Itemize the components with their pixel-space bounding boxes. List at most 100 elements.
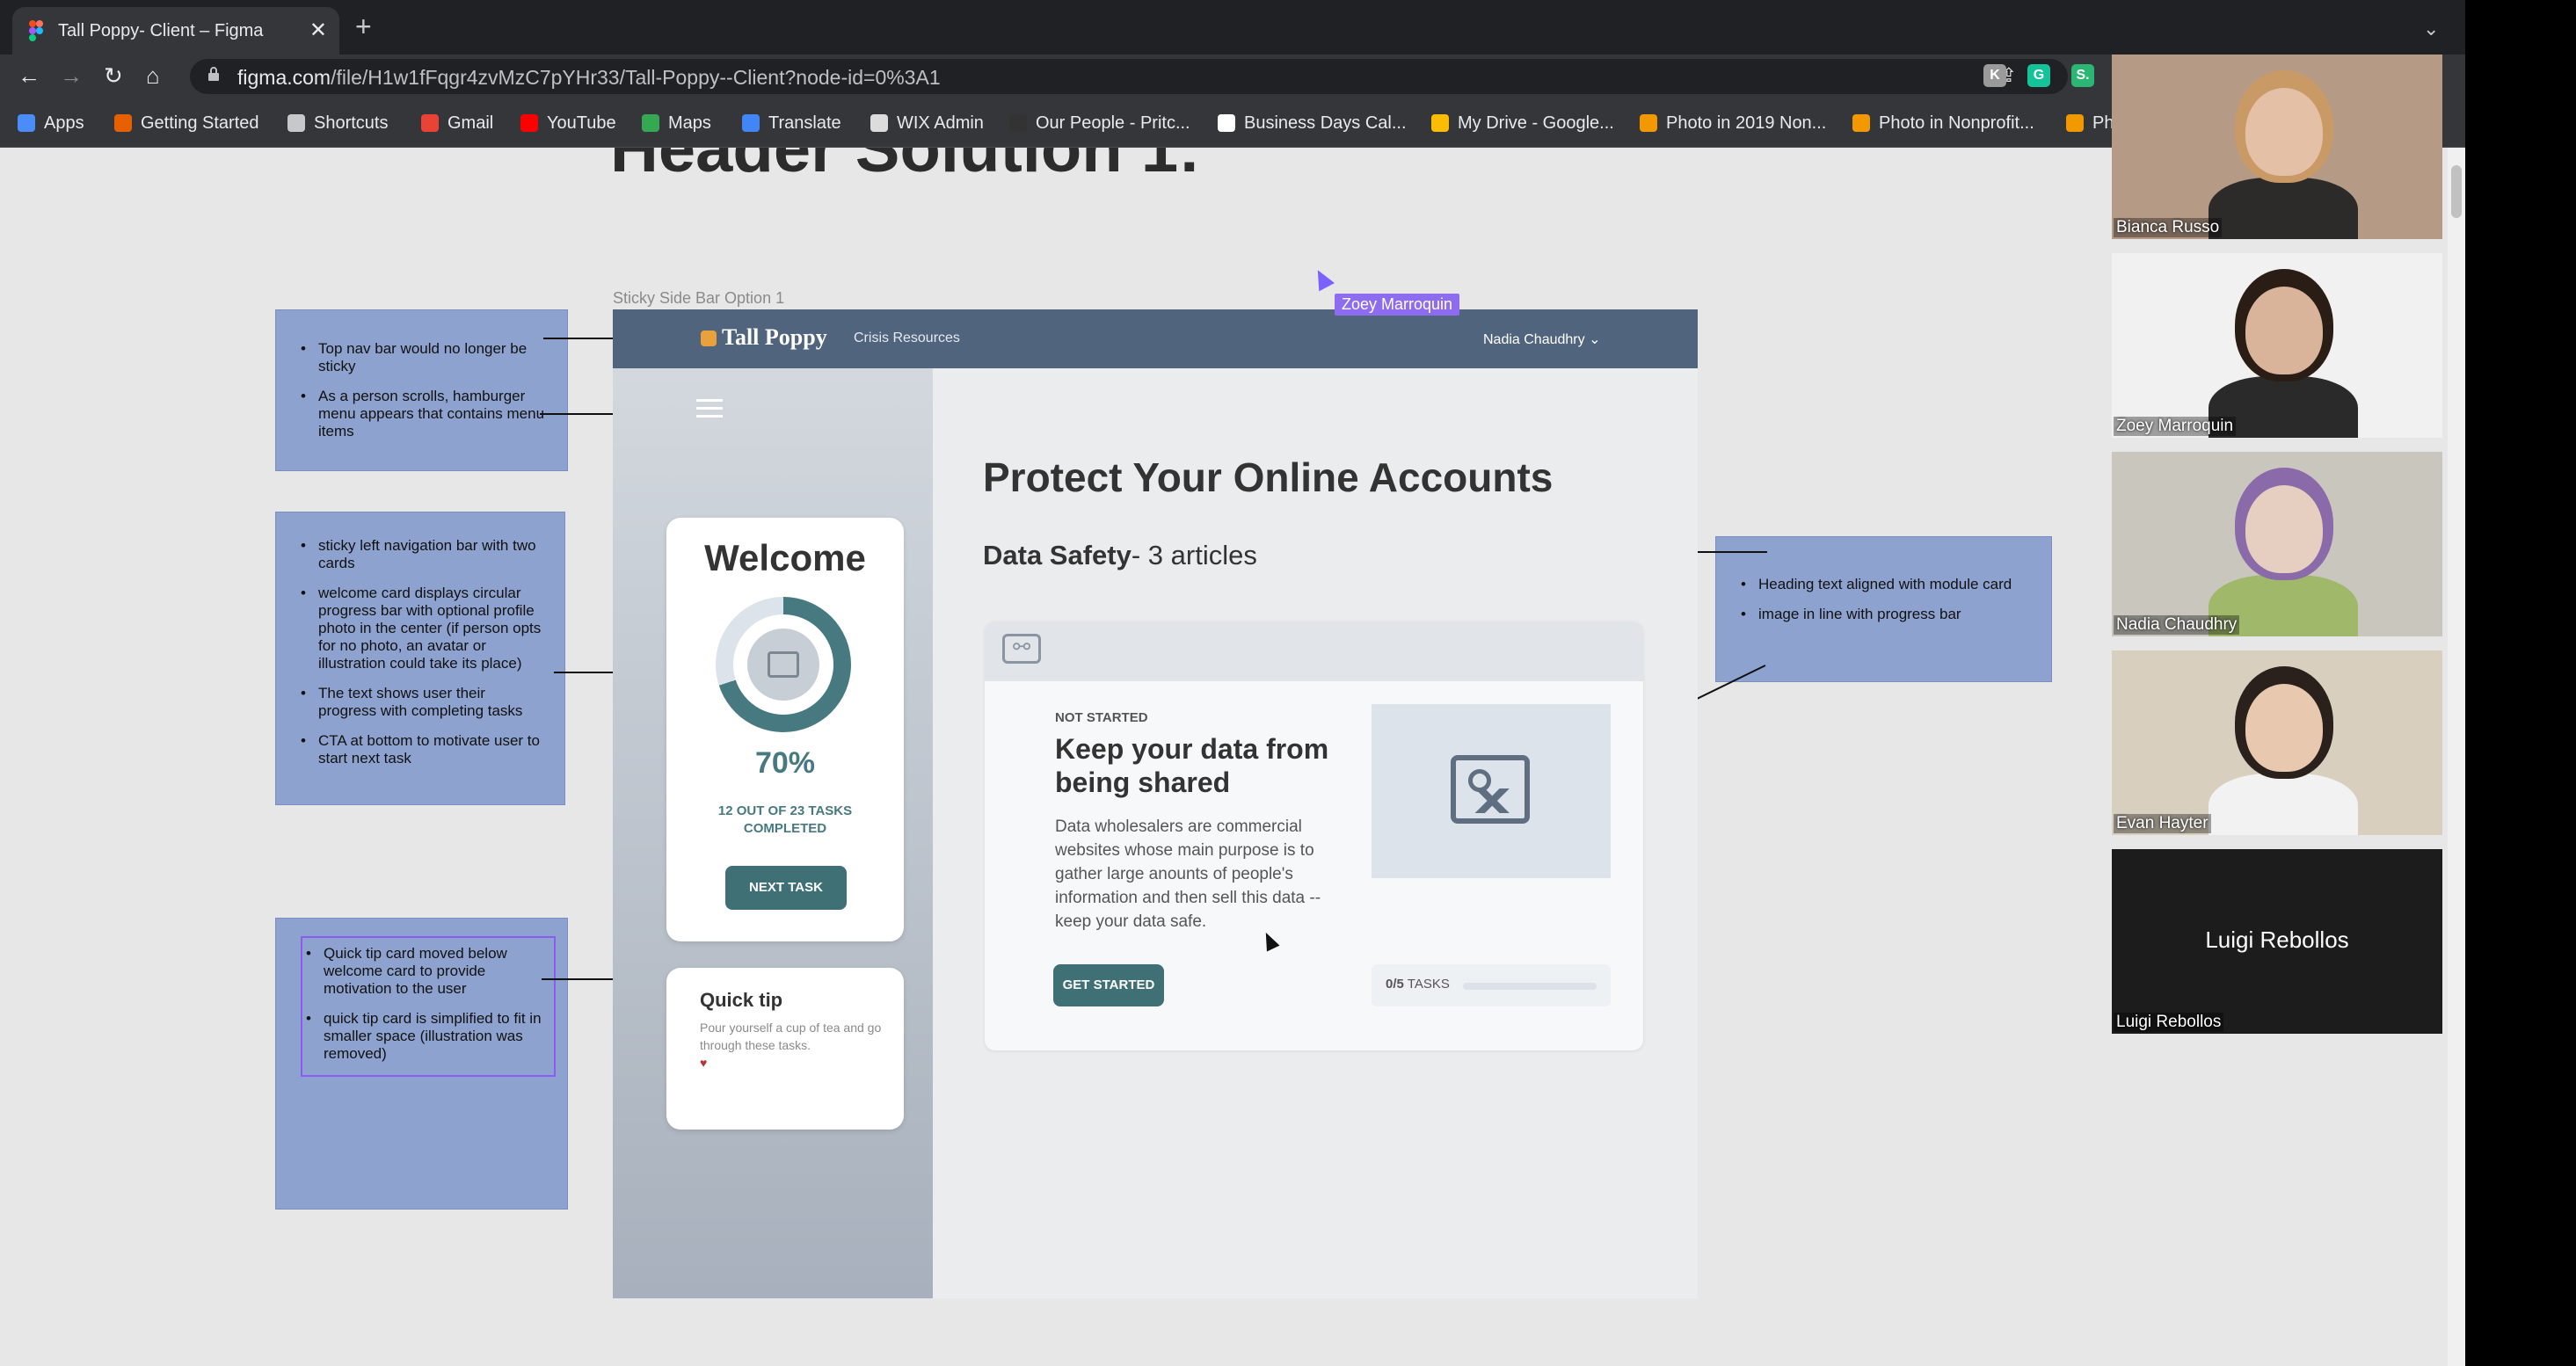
next-task-button[interactable]: NEXT TASK (725, 866, 847, 910)
firefox-icon (114, 114, 132, 132)
bookmark-item[interactable]: Shortcuts (287, 112, 388, 134)
module-tasks-label: TASKS (1407, 977, 1450, 992)
tall-poppy-logo[interactable]: Tall Poppy (701, 324, 827, 351)
participant-name: Evan Hayter (2114, 814, 2211, 833)
teacup-icon (701, 331, 717, 346)
participant-face (2245, 287, 2323, 374)
bookmark-label: My Drive - Google... (1458, 113, 1614, 133)
bookmark-item[interactable]: Ph (2066, 112, 2114, 134)
note-bullet: As a person scrolls, hamburger menu appe… (301, 388, 546, 440)
url-domain: figma.com (237, 66, 331, 89)
url-text: figma.com/file/H1w1fFqgr4zvMzC7pYHr33/Ta… (237, 66, 941, 90)
quick-tip-text: Pour yourself a cup of tea and go throug… (700, 1021, 882, 1052)
bookmark-label: Business Days Cal... (1244, 113, 1407, 133)
bookmark-item[interactable]: Gmail (421, 112, 493, 134)
mockup-frame[interactable]: Tall Poppy Crisis Resources Nadia Chaudh… (613, 309, 1698, 1298)
bookmark-label: YouTube (547, 113, 616, 133)
participant-body (2209, 774, 2358, 835)
address-bar[interactable]: figma.com/file/H1w1fFqgr4zvMzC7pYHr33/Ta… (190, 59, 2068, 94)
extension-icon[interactable]: G (2027, 64, 2050, 87)
new-tab-icon[interactable]: + (355, 11, 372, 42)
note-quicktip[interactable]: Quick tip card moved below welcome card … (275, 918, 568, 1210)
canvas-scrollbar[interactable] (2448, 148, 2465, 1366)
participant-video-tile[interactable]: Zoey Marroquin (2112, 253, 2442, 438)
tab-search-chevron-icon[interactable]: ⌄ (2423, 18, 2439, 40)
bookmark-item[interactable]: WIX Admin (870, 112, 984, 134)
participant-face (2245, 88, 2323, 176)
collaborator-cursor-icon (1310, 265, 1335, 292)
image-placeholder-icon (1372, 704, 1611, 878)
bookmark-item[interactable]: My Drive - Google... (1431, 112, 1614, 134)
figma-canvas[interactable]: Header Solution 1: Sticky Side Bar Optio… (0, 148, 2465, 1366)
participant-video-tile[interactable]: Bianca Russo (2112, 54, 2442, 239)
note-bullet: CTA at bottom to motivate user to start … (301, 732, 543, 767)
frame-label[interactable]: Sticky Side Bar Option 1 (613, 289, 784, 308)
get-started-button[interactable]: GET STARTED (1053, 964, 1164, 1006)
photos-icon (2066, 114, 2084, 132)
mockup-sidebar: Welcome 70% 12 OUT OF 23 TASKS COMPLETED… (613, 368, 933, 1298)
participant-video-tile[interactable]: Luigi Rebollos Luigi Rebollos (2112, 849, 2442, 1034)
user-menu[interactable]: Nadia Chaudhry ⌄ (1483, 331, 1600, 348)
scrollbar-thumb[interactable] (2451, 165, 2462, 218)
bookmark-item[interactable]: Translate (742, 112, 841, 134)
collaborator-name-tag: Zoey Marroquin (1335, 294, 1460, 316)
participant-name: Luigi Rebollos (2114, 1013, 2224, 1032)
progress-percent: 70% (754, 746, 816, 780)
user-name: Nadia Chaudhry (1483, 332, 1585, 347)
crisis-resources-link[interactable]: Crisis Resources (854, 331, 960, 346)
bookmark-item[interactable]: Business Days Cal... (1218, 112, 1407, 134)
bookmarks-bar: Apps Getting Started Shortcuts Gmail YouTube… (0, 98, 2465, 148)
folder-icon (287, 114, 305, 132)
module-card-header (985, 621, 1643, 681)
welcome-card: Welcome 70% 12 OUT OF 23 TASKS COMPLETED… (666, 518, 904, 941)
module-tasks-count: 0/5 (1386, 977, 1404, 992)
note-top-nav[interactable]: Top nav bar would no longer be sticky As … (275, 309, 568, 471)
forward-arrow-icon[interactable]: → (60, 62, 83, 90)
tasks-completed-text: 12 OUT OF 23 TASKS COMPLETED (717, 803, 853, 836)
hamburger-menu-icon[interactable] (696, 399, 723, 418)
bookmark-item[interactable]: Photo in 2019 Non... (1640, 112, 1826, 134)
mockup-top-nav: Tall Poppy Crisis Resources Nadia Chaudh… (613, 309, 1698, 368)
participant-video-tile[interactable]: Evan Hayter (2112, 650, 2442, 835)
bookmark-item[interactable]: Getting Started (114, 112, 259, 134)
quick-tip-card: Quick tip Pour yourself a cup of tea and… (666, 968, 904, 1130)
module-description: Data wholesalers are commercial websites… (1055, 817, 1321, 931)
note-heading[interactable]: Heading text aligned with module card ima… (1715, 536, 2052, 682)
reload-icon[interactable]: ↻ (104, 62, 123, 90)
browser-tab[interactable]: Tall Poppy- Client – Figma ✕ (12, 7, 339, 54)
bookmark-item[interactable]: Photo in Nonprofit... (1852, 112, 2034, 134)
slash-icon (1009, 114, 1027, 132)
participant-body (2209, 178, 2358, 239)
bookmark-item[interactable]: Our People - Pritc... (1009, 112, 1190, 134)
gmail-icon (421, 114, 439, 132)
module-title: Keep your data from being shared (1055, 733, 1329, 798)
figma-logo-icon (29, 20, 43, 41)
bookmark-label: Photo in Nonprofit... (1879, 113, 2034, 133)
extension-icon[interactable]: S. (2071, 64, 2094, 87)
tab-title: Tall Poppy- Client – Figma (58, 21, 264, 40)
video-panel-background (2465, 0, 2576, 1366)
tab-close-icon[interactable]: ✕ (309, 18, 327, 43)
apps-grid-icon (18, 114, 35, 132)
photos-icon (1640, 114, 1657, 132)
youtube-icon (520, 114, 538, 132)
tab-bar: Tall Poppy- Client – Figma ✕ + ⌄ (0, 0, 2465, 54)
bookmark-label: WIX Admin (897, 113, 984, 133)
note-sidebar[interactable]: sticky left navigation bar with two card… (275, 512, 565, 805)
note-bullet: Top nav bar would no longer be sticky (301, 340, 546, 375)
note-bullet: The text shows user their progress with … (301, 685, 543, 720)
bookmark-item[interactable]: Maps (642, 112, 711, 134)
logo-text: Tall Poppy (722, 324, 827, 350)
participant-video-tile[interactable]: Nadia Chaudhry (2112, 452, 2442, 636)
bookmark-item[interactable]: YouTube (520, 112, 616, 134)
home-icon[interactable]: ⌂ (146, 62, 160, 90)
participant-name: Zoey Marroquin (2114, 417, 2237, 436)
note-bullet: welcome card displays circular progress … (301, 585, 543, 672)
bookmark-item[interactable]: Apps (18, 112, 84, 134)
note-bullet: quick tip card is simplified to fit in s… (306, 1010, 550, 1063)
back-arrow-icon[interactable]: ← (18, 62, 40, 90)
participant-face (2245, 684, 2323, 772)
module-progress: 0/5 TASKS (1372, 964, 1611, 1006)
extension-icon[interactable]: K (1983, 64, 2006, 87)
participant-face (2245, 485, 2323, 573)
